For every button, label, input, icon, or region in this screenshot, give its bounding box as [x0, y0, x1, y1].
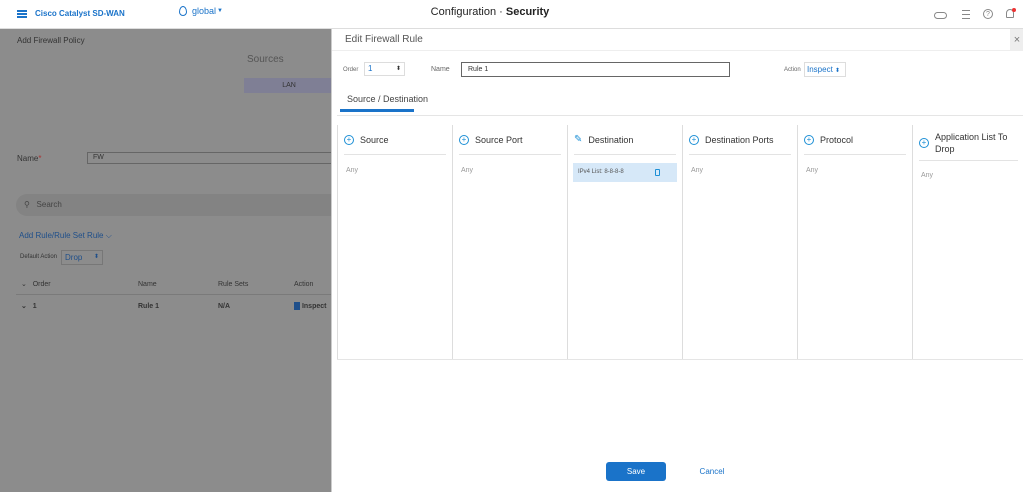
- bg-name-label-text: Name: [17, 154, 39, 163]
- bg-row-name: Rule 1: [138, 303, 160, 310]
- order-label: Order: [343, 67, 359, 73]
- action-label: Action: [784, 67, 801, 73]
- bg-row-order: ⌄ 1: [21, 303, 37, 310]
- column-source-port: + Source Port Any: [452, 125, 567, 359]
- page-title: Configuration · Security: [430, 6, 550, 18]
- background-policy-page: Add Firewall Policy Sources LAN Name* FW…: [0, 29, 331, 492]
- bg-row-rulesets: N/A: [218, 303, 231, 310]
- bg-page-title: Add Firewall Policy: [17, 36, 85, 45]
- bg-default-action-select: Drop ⬍: [61, 250, 103, 265]
- cloud-icon[interactable]: [934, 12, 947, 19]
- bg-lan-tab: LAN: [244, 78, 331, 93]
- add-application-list-icon[interactable]: +: [919, 137, 929, 148]
- order-select[interactable]: 1 ⬍: [364, 62, 405, 76]
- close-button[interactable]: ×: [1010, 29, 1023, 51]
- bg-name-label: Name*: [17, 154, 42, 163]
- destination-chip: IPv4 List: 8-8-8-8: [573, 163, 677, 182]
- bg-search: ⚲ Search: [16, 194, 331, 216]
- notification-bell-icon[interactable]: [1006, 8, 1016, 18]
- name-input[interactable]: Rule 1: [461, 62, 730, 77]
- edit-firewall-rule-drawer: Edit Firewall Rule × Order 1 ⬍ Name Rule …: [331, 29, 1023, 492]
- bg-name-input: FW: [87, 152, 331, 164]
- bg-add-rule: Add Rule/Rule Set Rule ⌵: [19, 231, 112, 240]
- bg-sources-label: Sources: [247, 54, 284, 65]
- bg-header-order: ⌄ Order: [21, 281, 51, 288]
- bg-header-name: Name: [138, 281, 157, 288]
- bg-row-action: Inspect: [294, 302, 326, 310]
- save-button[interactable]: Save: [606, 462, 666, 481]
- edit-pencil-icon[interactable]: ✎: [574, 134, 582, 145]
- add-source-port-icon[interactable]: +: [459, 134, 469, 145]
- add-source-icon[interactable]: +: [344, 134, 354, 145]
- list-icon[interactable]: [962, 10, 970, 19]
- help-icon[interactable]: ?: [983, 9, 993, 19]
- column-destination: ✎ Destination IPv4 List: 8-8-8-8: [567, 125, 682, 359]
- action-select[interactable]: Inspect ⬍: [804, 62, 846, 77]
- bg-header-action: Action: [294, 281, 314, 288]
- tab-source-destination[interactable]: Source / Destination: [347, 94, 428, 104]
- column-application-list: + Application List To Drop Any: [912, 125, 1023, 359]
- name-label: Name: [431, 66, 450, 73]
- drawer-title: Edit Firewall Rule: [345, 34, 423, 45]
- bg-default-action-label: Default Action: [20, 254, 58, 260]
- column-protocol: + Protocol Any: [797, 125, 912, 359]
- column-source: + Source Any: [337, 125, 452, 359]
- cancel-button[interactable]: Cancel: [684, 462, 740, 481]
- delete-trash-icon[interactable]: [655, 169, 660, 176]
- bg-header-rulesets: Rule Sets: [218, 281, 249, 288]
- column-destination-ports: + Destination Ports Any: [682, 125, 797, 359]
- top-bar: Cisco Catalyst SD-WAN global ▼ Configura…: [0, 0, 1023, 29]
- add-protocol-icon[interactable]: +: [804, 134, 814, 145]
- add-destination-ports-icon[interactable]: +: [689, 134, 699, 145]
